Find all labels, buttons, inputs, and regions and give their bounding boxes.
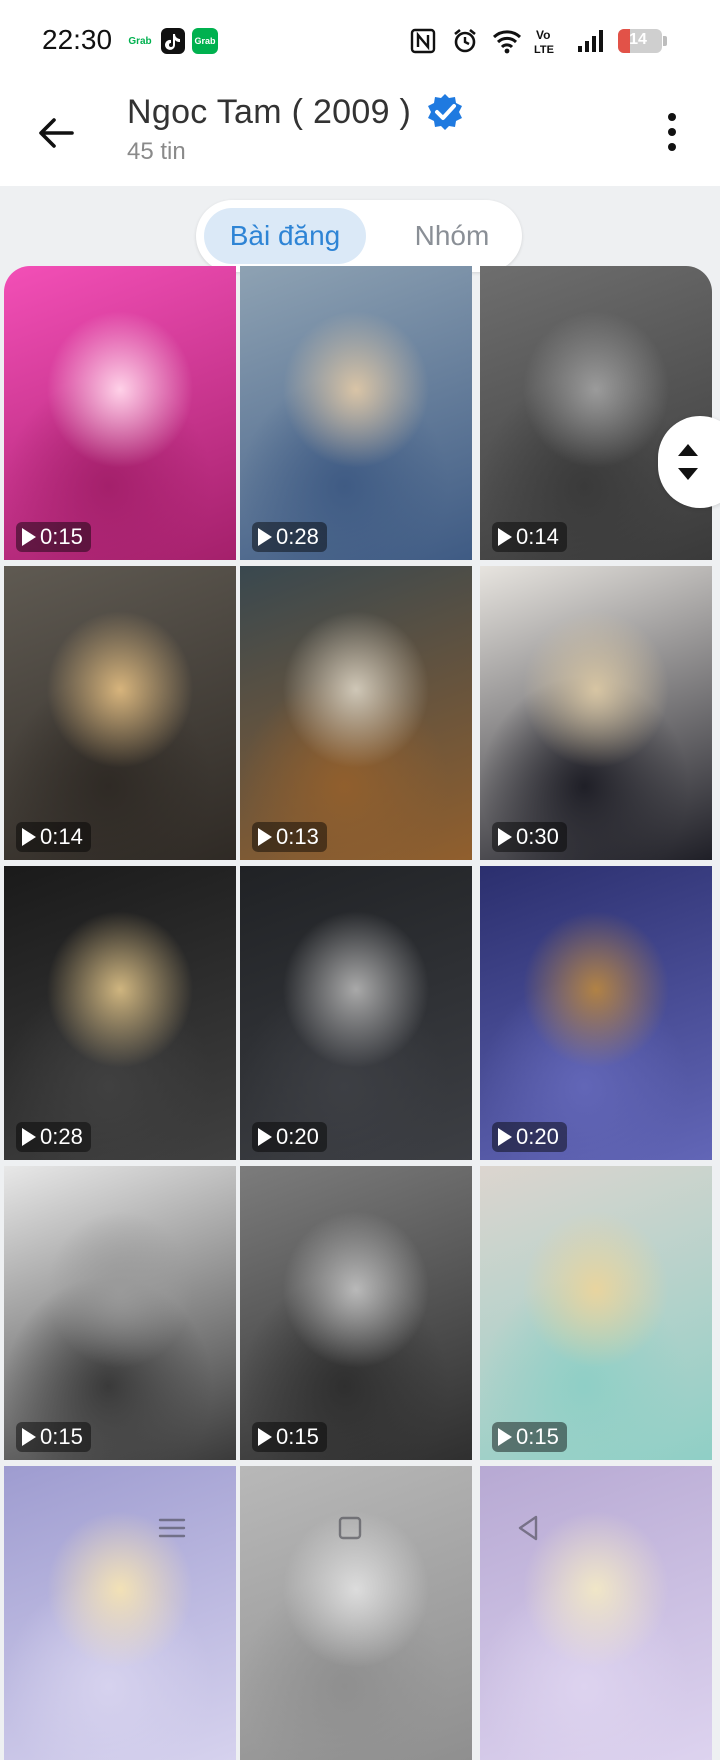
- video-duration-badge: 0:30: [492, 822, 567, 852]
- verified-badge-icon: [428, 94, 463, 130]
- play-icon: [22, 528, 36, 546]
- play-icon: [258, 1428, 272, 1446]
- play-icon: [22, 1128, 36, 1146]
- chat-header: Ngoc Tam ( 2009 ) 45 tin: [0, 80, 720, 186]
- video-duration-badge: 0:13: [252, 822, 327, 852]
- media-thumbnail[interactable]: 0:20: [240, 866, 472, 1160]
- video-duration-badge: 0:15: [16, 1422, 91, 1452]
- system-nav-bar: [0, 1490, 720, 1570]
- video-duration: 0:28: [276, 524, 319, 549]
- media-thumbnail[interactable]: 0:15: [240, 1166, 472, 1460]
- tab-groups[interactable]: Nhóm: [388, 208, 516, 264]
- battery-level: 14: [629, 31, 647, 48]
- play-icon: [258, 1128, 272, 1146]
- wifi-icon: [492, 26, 522, 56]
- signal-icon: [576, 26, 606, 56]
- tab-posts[interactable]: Bài đăng: [204, 208, 366, 264]
- video-duration: 0:13: [276, 824, 319, 849]
- media-thumbnail[interactable]: 0:14: [4, 566, 236, 860]
- battery-icon: 14: [618, 29, 667, 53]
- video-duration-badge: 0:15: [16, 522, 91, 552]
- play-icon: [498, 1428, 512, 1446]
- play-icon: [22, 828, 36, 846]
- play-icon: [258, 828, 272, 846]
- video-duration-badge: 0:20: [252, 1122, 327, 1152]
- media-thumbnail[interactable]: 0:14: [480, 266, 712, 560]
- tiktok-app-icon: [161, 28, 185, 54]
- alarm-icon: [450, 26, 480, 56]
- video-duration-badge: 0:28: [252, 522, 327, 552]
- play-icon: [498, 828, 512, 846]
- fast-scroll-handle[interactable]: [658, 416, 720, 508]
- video-duration-badge: 0:20: [492, 1122, 567, 1152]
- home-nav-icon[interactable]: [330, 1508, 370, 1548]
- message-count: 45 tin: [127, 138, 186, 165]
- video-duration-badge: 0:15: [492, 1422, 567, 1452]
- arrow-left-icon: [39, 118, 74, 148]
- back-button[interactable]: [34, 110, 80, 156]
- grab-app-icon: Grab: [128, 35, 152, 47]
- play-icon: [498, 1128, 512, 1146]
- play-icon: [258, 528, 272, 546]
- profile-title[interactable]: Ngoc Tam ( 2009 ): [127, 93, 411, 132]
- grab-food-app-icon: Grab: [192, 28, 218, 54]
- media-thumbnail[interactable]: 0:13: [240, 566, 472, 860]
- nfc-icon: [408, 26, 438, 56]
- video-duration-badge: 0:28: [16, 1122, 91, 1152]
- status-bar: 22:30 Grab Grab Vo LTE 14: [0, 0, 720, 80]
- video-duration: 0:20: [516, 1124, 559, 1149]
- volte-icon: Vo LTE: [534, 26, 564, 56]
- more-vertical-icon: [668, 113, 676, 151]
- play-icon: [498, 528, 512, 546]
- video-duration: 0:20: [276, 1124, 319, 1149]
- video-duration-badge: 0:14: [16, 822, 91, 852]
- svg-text:LTE: LTE: [534, 44, 554, 55]
- video-duration: 0:15: [40, 524, 83, 549]
- video-duration: 0:14: [40, 824, 83, 849]
- back-nav-icon[interactable]: [508, 1508, 548, 1548]
- status-time: 22:30: [42, 24, 113, 55]
- video-duration: 0:15: [276, 1424, 319, 1449]
- scroll-handle-icon: [678, 444, 698, 480]
- menu-nav-icon[interactable]: [152, 1508, 192, 1548]
- tiktok-icon: [165, 34, 180, 50]
- media-thumbnail[interactable]: 0:28: [4, 866, 236, 1160]
- media-thumbnail[interactable]: 0:28: [240, 266, 472, 560]
- media-thumbnail[interactable]: 0:20: [480, 866, 712, 1160]
- video-duration-badge: 0:15: [252, 1422, 327, 1452]
- media-thumbnail[interactable]: 0:15: [480, 1166, 712, 1460]
- more-options-button[interactable]: [654, 108, 690, 158]
- battery-tip: [663, 36, 667, 46]
- video-duration: 0:30: [516, 824, 559, 849]
- video-duration-badge: 0:14: [492, 522, 567, 552]
- media-thumbnail[interactable]: 0:15: [4, 266, 236, 560]
- play-icon: [22, 1428, 36, 1446]
- svg-text:Vo: Vo: [536, 28, 550, 42]
- video-duration: 0:15: [40, 1424, 83, 1449]
- media-thumbnail[interactable]: 0:30: [480, 566, 712, 860]
- video-duration: 0:14: [516, 524, 559, 549]
- media-thumbnail[interactable]: 0:15: [4, 1166, 236, 1460]
- title-row[interactable]: Ngoc Tam ( 2009 ): [127, 92, 465, 132]
- video-duration: 0:15: [516, 1424, 559, 1449]
- video-duration: 0:28: [40, 1124, 83, 1149]
- status-icons: Vo LTE 14: [408, 26, 667, 56]
- content-tabs: Bài đăng Nhóm: [196, 200, 522, 272]
